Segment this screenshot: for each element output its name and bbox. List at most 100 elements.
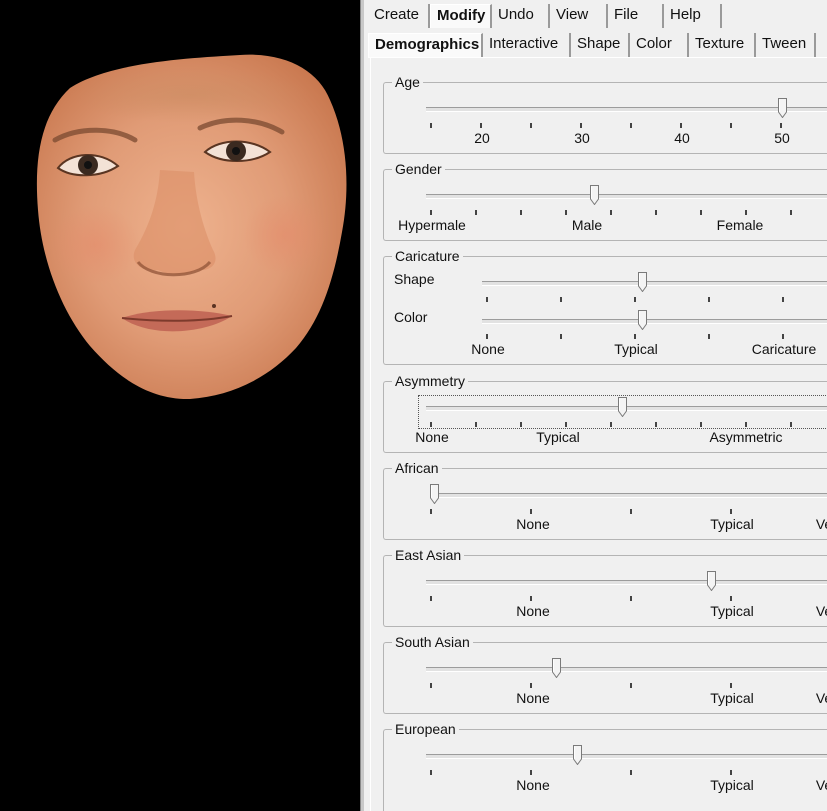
slider-tick xyxy=(745,422,747,427)
slider-tick xyxy=(475,422,477,427)
european-group: European None Typical Ve xyxy=(383,721,827,811)
slider-tick xyxy=(480,123,482,128)
slider-tick xyxy=(530,123,532,128)
slider-thumb[interactable] xyxy=(778,98,787,118)
slider-tick xyxy=(530,770,532,775)
tab-tween[interactable]: Tween xyxy=(756,33,816,57)
tab-file[interactable]: File xyxy=(608,4,664,28)
south-asian-label-very: Ve xyxy=(815,690,827,706)
slider-thumb[interactable] xyxy=(430,484,439,504)
tab-shape[interactable]: Shape xyxy=(571,33,630,57)
slider-tick xyxy=(565,210,567,215)
caricature-label-none: None xyxy=(471,341,505,357)
african-group: African None Typical Ve xyxy=(383,460,827,540)
asymmetry-slider[interactable] xyxy=(426,397,827,419)
european-slider[interactable] xyxy=(426,745,827,767)
asymmetry-group: Asymmetry None Typical Asymmetric xyxy=(383,373,827,453)
tab-texture[interactable]: Texture xyxy=(689,33,756,57)
tab-undo[interactable]: Undo xyxy=(492,4,550,28)
slider-tick xyxy=(430,770,432,775)
slider-tick xyxy=(565,422,567,427)
tab-demographics[interactable]: Demographics xyxy=(368,33,483,57)
age-label-30: 30 xyxy=(574,130,590,146)
slider-tick xyxy=(790,422,792,427)
caricature-shape-ticks xyxy=(486,297,826,303)
african-title: African xyxy=(392,460,442,476)
age-title: Age xyxy=(392,74,423,90)
slider-track[interactable] xyxy=(426,194,827,199)
slider-tick xyxy=(680,123,682,128)
tab-view[interactable]: View xyxy=(550,4,608,28)
slider-tick xyxy=(530,596,532,601)
african-slider[interactable] xyxy=(430,484,827,506)
slider-track[interactable] xyxy=(482,319,827,324)
slider-tick xyxy=(730,770,732,775)
slider-track[interactable] xyxy=(426,580,827,585)
tab-create[interactable]: Create xyxy=(368,4,430,28)
slider-tick xyxy=(475,210,477,215)
gender-title: Gender xyxy=(392,161,445,177)
south-asian-slider[interactable] xyxy=(426,658,827,680)
tab-color[interactable]: Color xyxy=(630,33,689,57)
east-asian-label-very: Ve xyxy=(815,603,827,619)
european-label-typical: Typical xyxy=(710,777,754,793)
slider-track[interactable] xyxy=(426,107,827,112)
slider-tick xyxy=(708,334,710,339)
slider-track[interactable] xyxy=(426,754,827,759)
slider-track[interactable] xyxy=(430,493,827,498)
slider-thumb[interactable] xyxy=(638,310,647,330)
age-slider[interactable] xyxy=(426,98,827,120)
gender-group: Gender Hypermale Male Female xyxy=(383,161,827,241)
slider-tick xyxy=(745,210,747,215)
slider-thumb[interactable] xyxy=(552,658,561,678)
slider-tick xyxy=(560,297,562,302)
east-asian-title: East Asian xyxy=(392,547,465,563)
slider-tick xyxy=(430,683,432,688)
south-asian-label-none: None xyxy=(516,690,550,706)
gender-slider[interactable] xyxy=(426,185,827,207)
south-asian-label-typical: Typical xyxy=(710,690,754,706)
slider-tick xyxy=(430,210,432,215)
slider-thumb[interactable] xyxy=(590,185,599,205)
tab-help[interactable]: Help xyxy=(664,4,722,28)
east-asian-slider[interactable] xyxy=(426,571,827,593)
african-label-none: None xyxy=(516,516,550,532)
face-render xyxy=(36,54,347,400)
demographics-page: Age 20 30 40 50 Gender Hypermale Male Fe… xyxy=(370,58,827,811)
gender-label-female: Female xyxy=(716,217,764,233)
tab-modify[interactable]: Modify xyxy=(430,4,492,28)
slider-track[interactable] xyxy=(482,281,827,286)
slider-tick xyxy=(634,297,636,302)
caricature-shape-slider[interactable] xyxy=(482,272,827,294)
slider-tick xyxy=(430,422,432,427)
slider-tick xyxy=(790,210,792,215)
asymmetry-title: Asymmetry xyxy=(392,373,468,389)
slider-tick xyxy=(630,683,632,688)
caricature-color-slider[interactable] xyxy=(482,310,827,332)
european-label-none: None xyxy=(516,777,550,793)
asymmetry-label-asymmetric: Asymmetric xyxy=(709,429,783,445)
slider-tick xyxy=(730,596,732,601)
gender-label-male: Male xyxy=(571,217,603,233)
slider-tick xyxy=(630,509,632,514)
slider-thumb[interactable] xyxy=(618,397,627,417)
african-ticks xyxy=(430,509,827,515)
slider-track[interactable] xyxy=(426,667,827,672)
south-asian-group: South Asian None Typical Ve xyxy=(383,634,827,714)
east-asian-label-none: None xyxy=(516,603,550,619)
east-asian-group: East Asian None Typical Ve xyxy=(383,547,827,627)
european-title: European xyxy=(392,721,459,737)
slider-thumb[interactable] xyxy=(573,745,582,765)
south-asian-ticks xyxy=(430,683,827,689)
slider-thumb[interactable] xyxy=(707,571,716,591)
slider-thumb[interactable] xyxy=(638,272,647,292)
slider-tick xyxy=(700,210,702,215)
slider-tick xyxy=(782,334,784,339)
slider-tick xyxy=(655,422,657,427)
control-panel: Create Modify Undo View File Help Demogr… xyxy=(364,0,827,811)
east-asian-label-typical: Typical xyxy=(710,603,754,619)
asymmetry-label-typical: Typical xyxy=(536,429,580,445)
tab-interactive[interactable]: Interactive xyxy=(483,33,571,57)
face-viewport[interactable] xyxy=(0,0,360,811)
age-ticks xyxy=(430,123,827,129)
